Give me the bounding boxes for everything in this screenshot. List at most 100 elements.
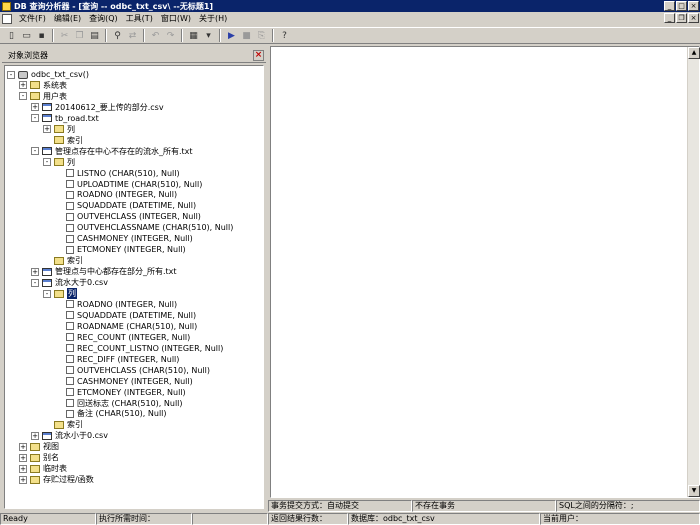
toolbar-separator <box>105 29 107 42</box>
tree-node[interactable]: + 别名 <box>19 452 59 463</box>
collapse-icon[interactable]: - <box>31 278 39 287</box>
expand-icon[interactable]: + <box>43 125 51 134</box>
collapse-icon[interactable]: - <box>43 289 51 298</box>
tree-node-label: SQUADDATE (DATETIME, Null) <box>77 310 197 320</box>
column-icon <box>66 322 74 331</box>
tree-node[interactable]: + 管理点与中心都存在部分_所有.txt <box>31 266 177 277</box>
tree-node[interactable]: -列 <box>43 288 77 299</box>
tree-node[interactable]: - 管理点存在中心不存在的流水_所有.txt <box>31 146 193 157</box>
tree-node[interactable]: 索引 <box>43 135 83 146</box>
tree-node[interactable]: OUTVEHCLASSNAME (CHAR(510), Null) <box>55 222 233 233</box>
tree-node[interactable]: ETCMONEY (INTEGER, Null) <box>55 387 186 398</box>
maximize-icon[interactable]: □ <box>676 1 687 11</box>
minimize-icon[interactable]: _ <box>664 13 675 23</box>
column-icon <box>66 388 74 397</box>
vertical-scrollbar[interactable]: ▲ ▼ <box>687 47 700 497</box>
collapse-icon[interactable]: - <box>7 70 15 79</box>
tree-node[interactable]: SQUADDATE (DATETIME, Null) <box>55 200 196 211</box>
save-icon[interactable]: ▪ <box>34 29 49 43</box>
expand-icon[interactable]: + <box>19 464 27 473</box>
cut-icon[interactable]: ✂ <box>57 29 72 43</box>
tree-node[interactable]: + 流水小于0.csv <box>31 430 108 441</box>
minimize-icon[interactable]: _ <box>664 1 675 11</box>
column-icon <box>66 333 74 342</box>
tree-node-label: ETCMONEY (INTEGER, Null) <box>77 245 186 255</box>
tree-node[interactable]: + 存贮过程/函数 <box>19 474 94 485</box>
replace-icon[interactable]: ⇄ <box>125 29 140 43</box>
tree-node[interactable]: -列 <box>43 157 75 168</box>
close-icon[interactable]: × <box>688 13 699 23</box>
tree-node[interactable]: - 用户表 <box>19 91 67 102</box>
find-icon[interactable]: ⚲ <box>110 29 125 43</box>
expand-icon[interactable]: + <box>19 442 27 451</box>
tree-node[interactable]: SQUADDATE (DATETIME, Null) <box>55 310 196 321</box>
scroll-down-icon[interactable]: ▼ <box>688 485 700 497</box>
tree-node[interactable]: REC_DIFF (INTEGER, Null) <box>55 354 179 365</box>
tree-node[interactable]: 回送标志 (CHAR(510), Null) <box>55 398 183 409</box>
tree-node[interactable]: UPLOADTIME (CHAR(510), Null) <box>55 179 202 190</box>
collapse-icon[interactable]: - <box>19 92 27 101</box>
tree-node[interactable]: + 系统表 <box>19 80 67 91</box>
object-tree[interactable]: - odbc_txt_csv() + 系统表 - 用户表 +20140612_要上传的部分.… <box>4 65 264 509</box>
tree-node[interactable]: - 流水大于0.csv <box>31 277 108 288</box>
menu-window[interactable]: 窗口(W) <box>157 13 195 25</box>
close-icon[interactable]: × <box>688 1 699 11</box>
tree-node[interactable]: REC_COUNT (INTEGER, Null) <box>55 332 190 343</box>
collapse-icon[interactable]: - <box>31 114 39 123</box>
stop-icon[interactable]: ■ <box>239 29 254 43</box>
app-icon <box>2 1 11 11</box>
parse-icon[interactable]: ⎘ <box>254 29 269 43</box>
tree-node[interactable]: + 视图 <box>19 441 59 452</box>
menu-query[interactable]: 查询(Q) <box>85 13 122 25</box>
tree-node-label: 流水大于0.csv <box>55 278 108 288</box>
tree-node[interactable]: - odbc_txt_csv() <box>7 69 89 80</box>
chevron-down-icon[interactable]: ▾ <box>201 29 216 43</box>
grid-results-icon[interactable]: ▦ <box>186 29 201 43</box>
tree-node[interactable]: CASHMONEY (INTEGER, Null) <box>55 376 193 387</box>
tree-node[interactable]: ROADNAME (CHAR(510), Null) <box>55 321 197 332</box>
column-icon <box>66 409 74 418</box>
help-icon[interactable]: ? <box>277 29 292 43</box>
restore-icon[interactable]: ❐ <box>676 13 687 23</box>
expand-icon[interactable]: + <box>19 453 27 462</box>
collapse-icon[interactable]: - <box>31 147 39 156</box>
undo-icon[interactable]: ↶ <box>148 29 163 43</box>
tree-node[interactable]: ETCMONEY (INTEGER, Null) <box>55 244 186 255</box>
expand-icon[interactable]: + <box>31 103 39 112</box>
tree-node[interactable]: ROADNO (INTEGER, Null) <box>55 189 177 200</box>
scroll-up-icon[interactable]: ▲ <box>688 47 700 59</box>
execute-icon[interactable]: ▶ <box>224 29 239 43</box>
tree-node[interactable]: + 列 <box>43 124 75 135</box>
tree-node[interactable]: + 临时表 <box>19 463 67 474</box>
tree-node[interactable]: REC_COUNT_LISTNO (INTEGER, Null) <box>55 343 223 354</box>
tree-node[interactable]: +20140612_要上传的部分.csv <box>31 102 164 113</box>
expand-icon[interactable]: + <box>19 81 27 90</box>
expand-icon[interactable]: + <box>19 475 27 484</box>
open-folder-icon[interactable]: ▭ <box>19 29 34 43</box>
tree-node[interactable]: 索引 <box>43 419 83 430</box>
tree-node-label: 流水小于0.csv <box>55 431 108 441</box>
tree-node[interactable]: LISTNO (CHAR(510), Null) <box>55 168 180 179</box>
close-explorer-icon[interactable]: × <box>253 49 264 61</box>
collapse-icon[interactable]: - <box>43 158 51 167</box>
ready-status: Ready <box>0 513 96 525</box>
menu-help[interactable]: 关于(H) <box>195 13 231 25</box>
tree-node[interactable]: CASHMONEY (INTEGER, Null) <box>55 233 193 244</box>
expand-icon[interactable]: + <box>31 267 39 276</box>
expand-icon[interactable]: + <box>31 431 39 440</box>
tree-node[interactable]: OUTVEHCLASS (CHAR(510), Null) <box>55 365 210 376</box>
tree-node[interactable]: ROADNO (INTEGER, Null) <box>55 299 177 310</box>
new-file-icon[interactable]: ▯ <box>4 29 19 43</box>
tree-node[interactable]: - tb_road.txt <box>31 113 99 124</box>
paste-icon[interactable]: ▤ <box>87 29 102 43</box>
query-editor[interactable]: ▲ ▼ <box>270 46 700 498</box>
tree-node[interactable]: OUTVEHCLASS (INTEGER, Null) <box>55 211 201 222</box>
menu-edit[interactable]: 编辑(E) <box>50 13 85 25</box>
copy-icon[interactable]: ❐ <box>72 29 87 43</box>
menu-file[interactable]: 文件(F) <box>15 13 50 25</box>
tree-node[interactable]: 索引 <box>43 255 83 266</box>
redo-icon[interactable]: ↷ <box>163 29 178 43</box>
document-icon[interactable] <box>2 14 12 24</box>
menu-tools[interactable]: 工具(T) <box>122 13 157 25</box>
tree-node[interactable]: 备注 (CHAR(510), Null) <box>55 408 167 419</box>
